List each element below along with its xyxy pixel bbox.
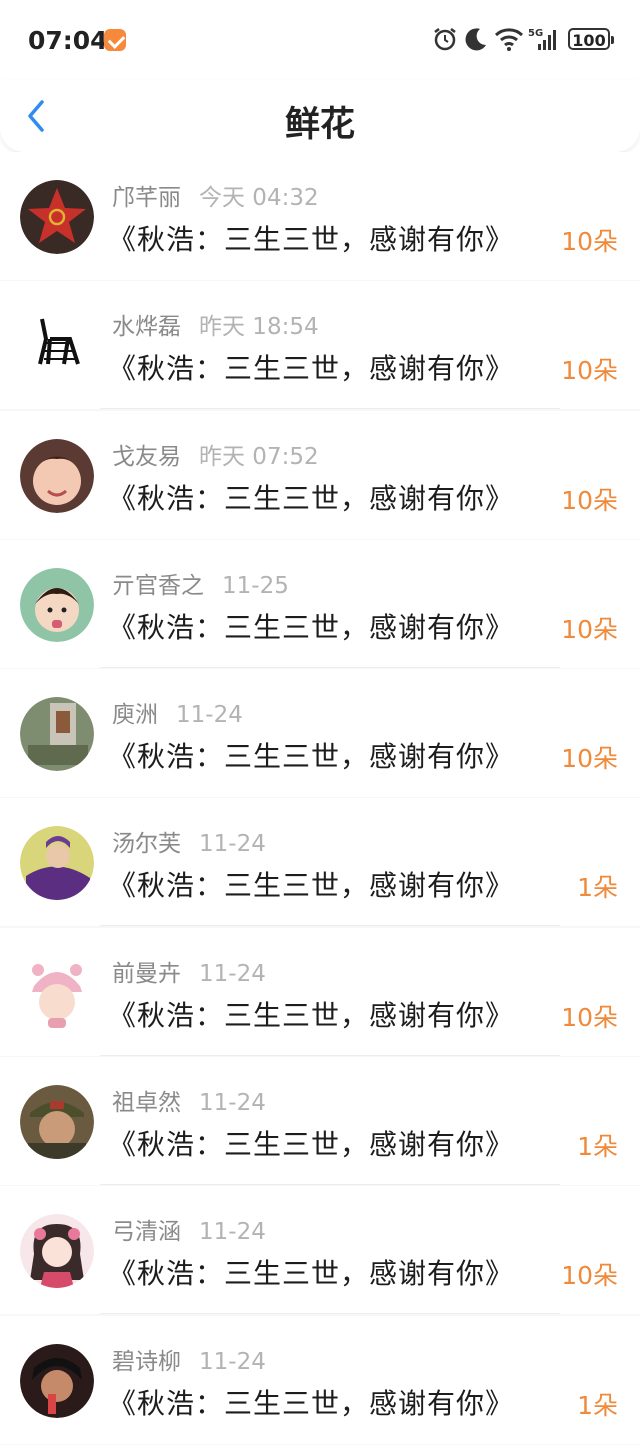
app-notification-icon xyxy=(104,29,126,51)
avatar[interactable] xyxy=(20,1085,94,1160)
article-title: 《秋浩：三生三世，感谢有你》 xyxy=(108,1128,515,1162)
sender-name: 庾洲 11-24 xyxy=(112,702,243,729)
wifi-icon xyxy=(494,28,524,51)
flower-count: 10朵 xyxy=(561,227,618,256)
avatar[interactable] xyxy=(20,1214,94,1289)
sender-name: 碧诗柳 11-24 xyxy=(112,1348,266,1375)
list-item[interactable]: 亓官香之 11-25 《秋浩：三生三世，感谢有你》 10朵 xyxy=(0,539,640,668)
flower-count: 10朵 xyxy=(561,1261,618,1291)
list-item[interactable]: 祖卓然 11-24 《秋浩：三生三世，感谢有你》 1朵 xyxy=(0,1057,640,1186)
sent-time: 11-25 xyxy=(222,572,289,599)
avatar[interactable] xyxy=(20,567,94,642)
flower-count: 10朵 xyxy=(561,614,618,644)
divider xyxy=(100,1054,560,1056)
article-title: 《秋浩：三生三世，感谢有你》 xyxy=(108,610,515,644)
avatar[interactable] xyxy=(20,955,94,1030)
divider xyxy=(100,408,560,410)
avatar[interactable] xyxy=(20,180,94,254)
sender-name: 汤尔芙 11-24 xyxy=(112,831,266,858)
sent-time: 11-24 xyxy=(199,1219,266,1246)
sender-name: 水烨磊 昨天 18:54 xyxy=(112,314,319,341)
list-item[interactable]: 水烨磊 昨天 18:54 《秋浩：三生三世，感谢有你》 10朵 xyxy=(0,281,640,410)
list-item[interactable]: 前曼卉 11-24 《秋浩：三生三世，感谢有你》 10朵 xyxy=(0,927,640,1056)
sent-time: 11-24 xyxy=(199,1090,266,1117)
sent-time: 11-24 xyxy=(199,1348,266,1375)
sender-name: 前曼卉 11-24 xyxy=(112,960,266,987)
cellular-signal-icon: 5G xyxy=(528,28,556,50)
divider xyxy=(100,925,560,927)
divider xyxy=(100,666,560,668)
article-title: 《秋浩：三生三世，感谢有你》 xyxy=(108,1386,515,1420)
sent-time: 11-24 xyxy=(199,960,266,987)
avatar[interactable] xyxy=(20,697,94,772)
flower-count: 10朵 xyxy=(561,1002,618,1032)
article-title: 《秋浩：三生三世，感谢有你》 xyxy=(108,998,515,1032)
sent-time: 昨天 18:54 xyxy=(199,314,319,341)
status-time: 07:04 xyxy=(28,26,108,55)
divider xyxy=(100,1184,560,1186)
article-title: 《秋浩：三生三世，感谢有你》 xyxy=(108,481,515,515)
list-item[interactable]: 邝芊丽 今天 04:32 《秋浩：三生三世，感谢有你》 10朵 xyxy=(0,152,640,280)
list-item[interactable]: 弓清涵 11-24 《秋浩：三生三世，感谢有你》 10朵 xyxy=(0,1186,640,1315)
do-not-disturb-moon-icon xyxy=(465,28,486,51)
article-title: 《秋浩：三生三世，感谢有你》 xyxy=(108,1257,515,1291)
list-item[interactable]: 汤尔芙 11-24 《秋浩：三生三世，感谢有你》 1朵 xyxy=(0,798,640,927)
sent-time: 今天 04:32 xyxy=(199,185,319,211)
network-type-label: 5G xyxy=(528,28,543,39)
sender-name: 亓官香之 11-25 xyxy=(112,572,289,599)
sender-name: 弓清涵 11-24 xyxy=(112,1219,266,1246)
flower-count: 1朵 xyxy=(577,1390,618,1420)
flower-count: 10朵 xyxy=(561,356,618,386)
flower-count: 10朵 xyxy=(561,485,618,515)
flower-list: 邝芊丽 今天 04:32 《秋浩：三生三世，感谢有你》 10朵 水烨磊 昨天 18:… xyxy=(0,152,640,1445)
alarm-icon xyxy=(434,28,456,51)
status-bar: 07:04 5G 100 xyxy=(0,0,640,80)
sender-name: 邝芊丽 今天 04:32 xyxy=(112,185,319,211)
divider xyxy=(100,1313,560,1315)
list-item[interactable]: 戈友易 昨天 07:52 《秋浩：三生三世，感谢有你》 10朵 xyxy=(0,410,640,539)
flower-count: 1朵 xyxy=(577,1132,618,1162)
sender-name: 戈友易 昨天 07:52 xyxy=(112,443,319,470)
article-title: 《秋浩：三生三世，感谢有你》 xyxy=(108,869,515,903)
page-title: 鲜花 xyxy=(284,105,355,145)
list-item[interactable]: 庾洲 11-24 《秋浩：三生三世，感谢有你》 10朵 xyxy=(0,669,640,798)
article-title: 《秋浩：三生三世，感谢有你》 xyxy=(108,223,515,256)
avatar[interactable] xyxy=(20,1343,94,1418)
sent-time: 11-24 xyxy=(176,702,243,729)
battery-indicator: 100 xyxy=(568,28,614,50)
sent-time: 11-24 xyxy=(199,831,266,858)
article-title: 《秋浩：三生三世，感谢有你》 xyxy=(108,352,515,386)
flower-count: 1朵 xyxy=(577,873,618,903)
sent-time: 昨天 07:52 xyxy=(199,443,319,470)
list-item[interactable]: 碧诗柳 11-24 《秋浩：三生三世，感谢有你》 1朵 xyxy=(0,1315,640,1444)
avatar[interactable] xyxy=(20,826,94,901)
article-title: 《秋浩：三生三世，感谢有你》 xyxy=(108,740,515,774)
avatar[interactable] xyxy=(20,309,94,384)
avatar[interactable] xyxy=(20,438,94,513)
sender-name: 祖卓然 11-24 xyxy=(112,1090,266,1117)
flower-count: 10朵 xyxy=(561,744,618,774)
navigation-bar: 鲜花 xyxy=(0,80,640,152)
